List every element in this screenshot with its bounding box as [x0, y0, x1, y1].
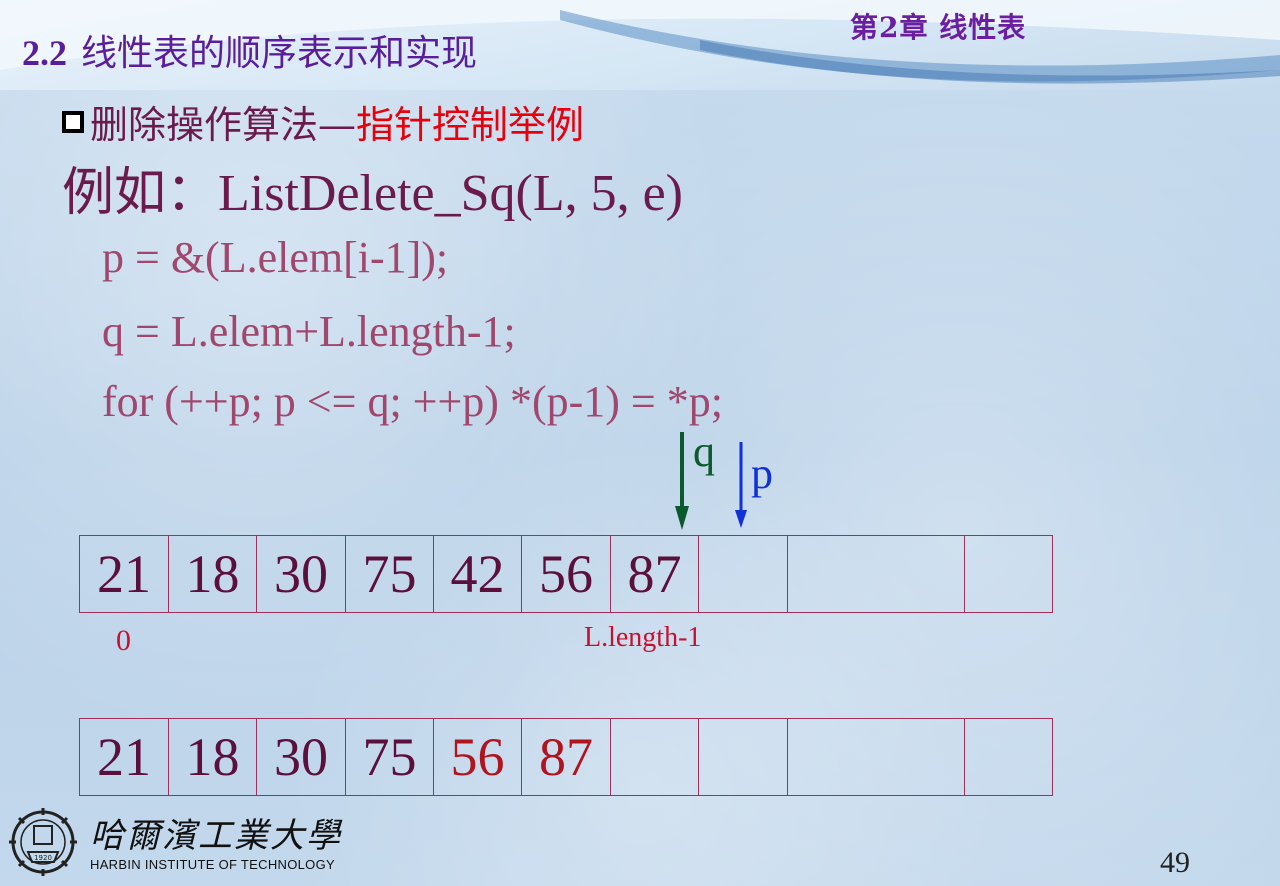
array-cell	[698, 535, 787, 613]
array-cell: 30	[256, 718, 345, 796]
array-cell	[787, 718, 964, 796]
q-pointer-label: q	[693, 427, 715, 476]
logo-english-name: HARBIN INSTITUTE OF TECHNOLOGY	[90, 857, 335, 872]
p-pointer-label: p	[751, 449, 773, 498]
array-cell: 87	[610, 535, 698, 613]
section-title-text: 线性表的顺序表示和实现	[81, 33, 478, 74]
array-cell: 18	[168, 535, 256, 613]
q-arrowhead	[675, 506, 689, 530]
array-cell	[964, 718, 1053, 796]
page-number: 49	[1160, 846, 1190, 879]
section-title: 2.2 线性表的顺序表示和实现	[22, 24, 477, 76]
array-cell	[964, 535, 1053, 613]
example-prefix: 例如：	[62, 163, 219, 223]
index-start-label: 0	[116, 624, 131, 657]
hit-seal-icon: 1920	[9, 808, 77, 876]
section-number: 2.2	[22, 33, 67, 73]
array-cell: 42	[433, 535, 521, 613]
array-before: 21 18 30 75 42 56 87	[79, 535, 1053, 613]
code-line-2: q = L.elem+L.length-1;	[102, 307, 516, 356]
array-cell: 87	[521, 718, 610, 796]
array-cell: 75	[345, 718, 433, 796]
bullet-text-highlight: 指针控制举例	[356, 103, 585, 147]
array-cell	[787, 535, 964, 613]
chapter-title: 第2章 线性表	[850, 11, 1027, 44]
square-bullet-icon	[62, 110, 84, 133]
array-after: 21 18 30 75 56 87	[79, 718, 1053, 796]
bullet-heading: 删除操作算法— 指针控制举例	[62, 94, 584, 149]
array-cell	[610, 718, 698, 796]
array-cell: 30	[256, 535, 345, 613]
array-cell: 21	[79, 535, 168, 613]
university-logo: 1920 哈爾濱工業大學 HARBIN INSTITUTE OF TECHNOL…	[4, 806, 342, 878]
array-cell: 56	[433, 718, 521, 796]
array-cell: 18	[168, 718, 256, 796]
example-line: 例如：ListDelete_Sq(L, 5, e)	[62, 150, 683, 225]
example-call: ListDelete_Sq(L, 5, e)	[218, 165, 683, 222]
array-cell	[698, 718, 787, 796]
p-arrowhead	[735, 510, 747, 528]
logo-chinese-name: 哈爾濱工業大學	[90, 816, 342, 856]
bullet-text-main: 删除操作算法—	[90, 103, 357, 147]
array-cell: 56	[521, 535, 610, 613]
code-line-1: p = &(L.elem[i-1]);	[102, 233, 449, 282]
array-cell: 75	[345, 535, 433, 613]
array-cell: 21	[79, 718, 168, 796]
code-line-3: for (++p; p <= q; ++p) *(p-1) = *p;	[102, 377, 723, 426]
seal-year: 1920	[34, 854, 52, 862]
index-end-label: L.length-1	[584, 622, 702, 653]
